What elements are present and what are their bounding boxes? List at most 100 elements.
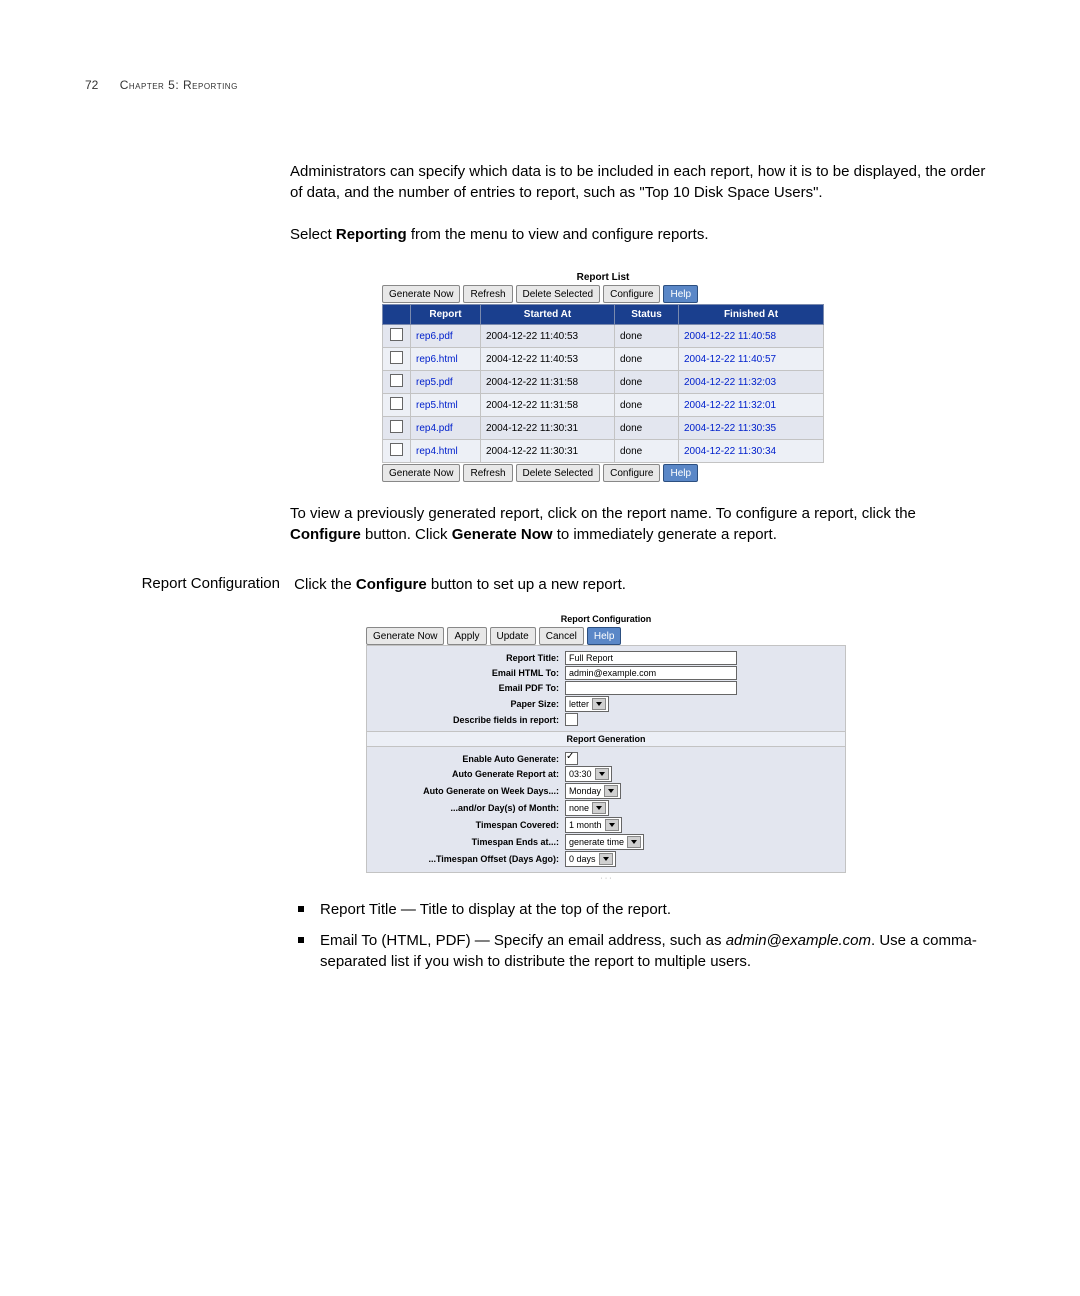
chevron-down-icon <box>592 802 606 814</box>
cell-finished: 2004-12-22 11:30:34 <box>684 446 776 457</box>
select-paper-size[interactable]: letter <box>565 696 609 712</box>
row-checkbox[interactable] <box>390 397 403 410</box>
report-config-title: Report Configuration <box>366 614 846 624</box>
page-number: 72 <box>85 78 98 92</box>
col-status: Status <box>615 305 679 325</box>
section-body: Click the Configure button to set up a n… <box>294 575 989 596</box>
list-item: Email To (HTML, PDF) — Specify an email … <box>290 931 990 972</box>
row-checkbox[interactable] <box>390 420 403 433</box>
report-link[interactable]: rep6.html <box>416 354 458 365</box>
cell-status: done <box>615 325 679 348</box>
report-list-title: Report List <box>382 272 824 283</box>
chevron-down-icon <box>604 785 618 797</box>
refresh-button[interactable]: Refresh <box>463 285 512 303</box>
generate-now-button[interactable]: Generate Now <box>382 464 460 482</box>
cell-finished: 2004-12-22 11:32:01 <box>684 400 776 411</box>
row-checkbox[interactable] <box>390 351 403 364</box>
select-reporting-line: Select Reporting from the menu to view a… <box>290 225 990 246</box>
help-button[interactable]: Help <box>587 627 622 645</box>
delete-selected-button[interactable]: Delete Selected <box>516 285 601 303</box>
input-email-pdf[interactable] <box>565 681 737 695</box>
label-timespan-ends: Timespan Ends at...: <box>373 837 565 847</box>
col-started-at: Started At <box>481 305 615 325</box>
update-button[interactable]: Update <box>490 627 536 645</box>
field-description-list: Report Title — Title to display at the t… <box>290 900 990 972</box>
cell-finished: 2004-12-22 11:30:35 <box>684 423 776 434</box>
report-link[interactable]: rep6.pdf <box>416 331 453 342</box>
chevron-down-icon <box>605 819 619 831</box>
cell-finished: 2004-12-22 11:40:58 <box>684 331 776 342</box>
col-finished-at: Finished At <box>679 305 824 325</box>
chevron-down-icon <box>592 698 606 710</box>
select-andor-days[interactable]: none <box>565 800 609 816</box>
report-link[interactable]: rep5.pdf <box>416 377 453 388</box>
configure-button[interactable]: Configure <box>603 464 660 482</box>
select-timespan-offset[interactable]: 0 days <box>565 851 616 867</box>
generate-now-button[interactable]: Generate Now <box>366 627 444 645</box>
select-auto-at[interactable]: 03:30 <box>565 766 612 782</box>
table-row: rep5.html 2004-12-22 11:31:58done 2004-12-… <box>383 394 824 417</box>
list-item: Report Title — Title to display at the t… <box>290 900 990 921</box>
table-row: rep4.pdf2004-12-22 11:30:31done2004-12-2… <box>383 417 824 440</box>
cell-started: 2004-12-22 11:30:31 <box>481 440 615 463</box>
generate-now-button[interactable]: Generate Now <box>382 285 460 303</box>
report-config-toolbar: Generate Now Apply Update Cancel Help <box>366 627 846 645</box>
configure-button[interactable]: Configure <box>603 285 660 303</box>
cutoff-indicator: · · · <box>366 875 846 882</box>
label-describe-fields: Describe fields in report: <box>373 715 565 725</box>
input-email-html[interactable] <box>565 666 737 680</box>
running-header: 72 Chapter 5: Reporting <box>85 78 1010 92</box>
checkbox-enable-auto[interactable] <box>565 752 578 765</box>
label-enable-auto: Enable Auto Generate: <box>373 754 565 764</box>
intro-paragraph: Administrators can specify which data is… <box>290 162 990 203</box>
label-paper-size: Paper Size: <box>373 699 565 709</box>
report-list-table: Report Started At Status Finished At rep… <box>382 304 824 463</box>
help-button[interactable]: Help <box>663 464 698 482</box>
help-button[interactable]: Help <box>663 285 698 303</box>
label-andor-days: ...and/or Day(s) of Month: <box>373 803 565 813</box>
input-report-title[interactable] <box>565 651 737 665</box>
label-auto-at: Auto Generate Report at: <box>373 769 565 779</box>
select-auto-weekdays[interactable]: Monday <box>565 783 621 799</box>
row-checkbox[interactable] <box>390 443 403 456</box>
section-label: Report Configuration <box>85 575 280 592</box>
cell-status: done <box>615 394 679 417</box>
checkbox-describe-fields[interactable] <box>565 713 578 726</box>
row-checkbox[interactable] <box>390 374 403 387</box>
report-list-screenshot: Report List Generate Now Refresh Delete … <box>382 272 824 482</box>
report-link[interactable]: rep4.html <box>416 446 458 457</box>
chevron-down-icon <box>599 853 613 865</box>
chapter-label: Chapter 5: Reporting <box>120 78 238 92</box>
label-auto-weekdays: Auto Generate on Week Days...: <box>373 786 565 796</box>
col-report: Report <box>411 305 481 325</box>
report-generation-subheader: Report Generation <box>366 731 846 747</box>
table-row: rep6.html2004-12-22 11:40:53done2004-12-… <box>383 348 824 371</box>
cancel-button[interactable]: Cancel <box>539 627 584 645</box>
post-table-paragraph: To view a previously generated report, c… <box>290 504 990 545</box>
report-list-toolbar-top: Generate Now Refresh Delete Selected Con… <box>382 285 824 303</box>
table-row: rep5.pdf 2004-12-22 11:31:58done 2004-12-2… <box>383 371 824 394</box>
label-timespan-offset: ...Timespan Offset (Days Ago): <box>373 854 565 864</box>
report-link[interactable]: rep5.html <box>416 400 458 411</box>
select-timespan-ends[interactable]: generate time <box>565 834 644 850</box>
select-timespan-covered[interactable]: 1 month <box>565 817 622 833</box>
cell-status: done <box>615 371 679 394</box>
chevron-down-icon <box>595 768 609 780</box>
cell-status: done <box>615 348 679 371</box>
label-report-title: Report Title: <box>373 653 565 663</box>
cell-started: 2004-12-22 11:40:53 <box>481 325 615 348</box>
cell-started: 2004-12-22 11:40:53 <box>481 348 615 371</box>
apply-button[interactable]: Apply <box>447 627 486 645</box>
delete-selected-button[interactable]: Delete Selected <box>516 464 601 482</box>
table-row: rep6.pdf 2004-12-22 11:40:53done 2004-12-2… <box>383 325 824 348</box>
cell-started: 2004-12-22 11:31:58 <box>481 394 615 417</box>
cell-started: 2004-12-22 11:31:58 <box>481 371 615 394</box>
label-email-pdf: Email PDF To: <box>373 683 565 693</box>
table-row: rep4.html2004-12-22 11:30:31done2004-12-… <box>383 440 824 463</box>
col-checkbox <box>383 305 411 325</box>
label-timespan-covered: Timespan Covered: <box>373 820 565 830</box>
cell-finished: 2004-12-22 11:32:03 <box>684 377 776 388</box>
row-checkbox[interactable] <box>390 328 403 341</box>
refresh-button[interactable]: Refresh <box>463 464 512 482</box>
report-link[interactable]: rep4.pdf <box>416 423 453 434</box>
